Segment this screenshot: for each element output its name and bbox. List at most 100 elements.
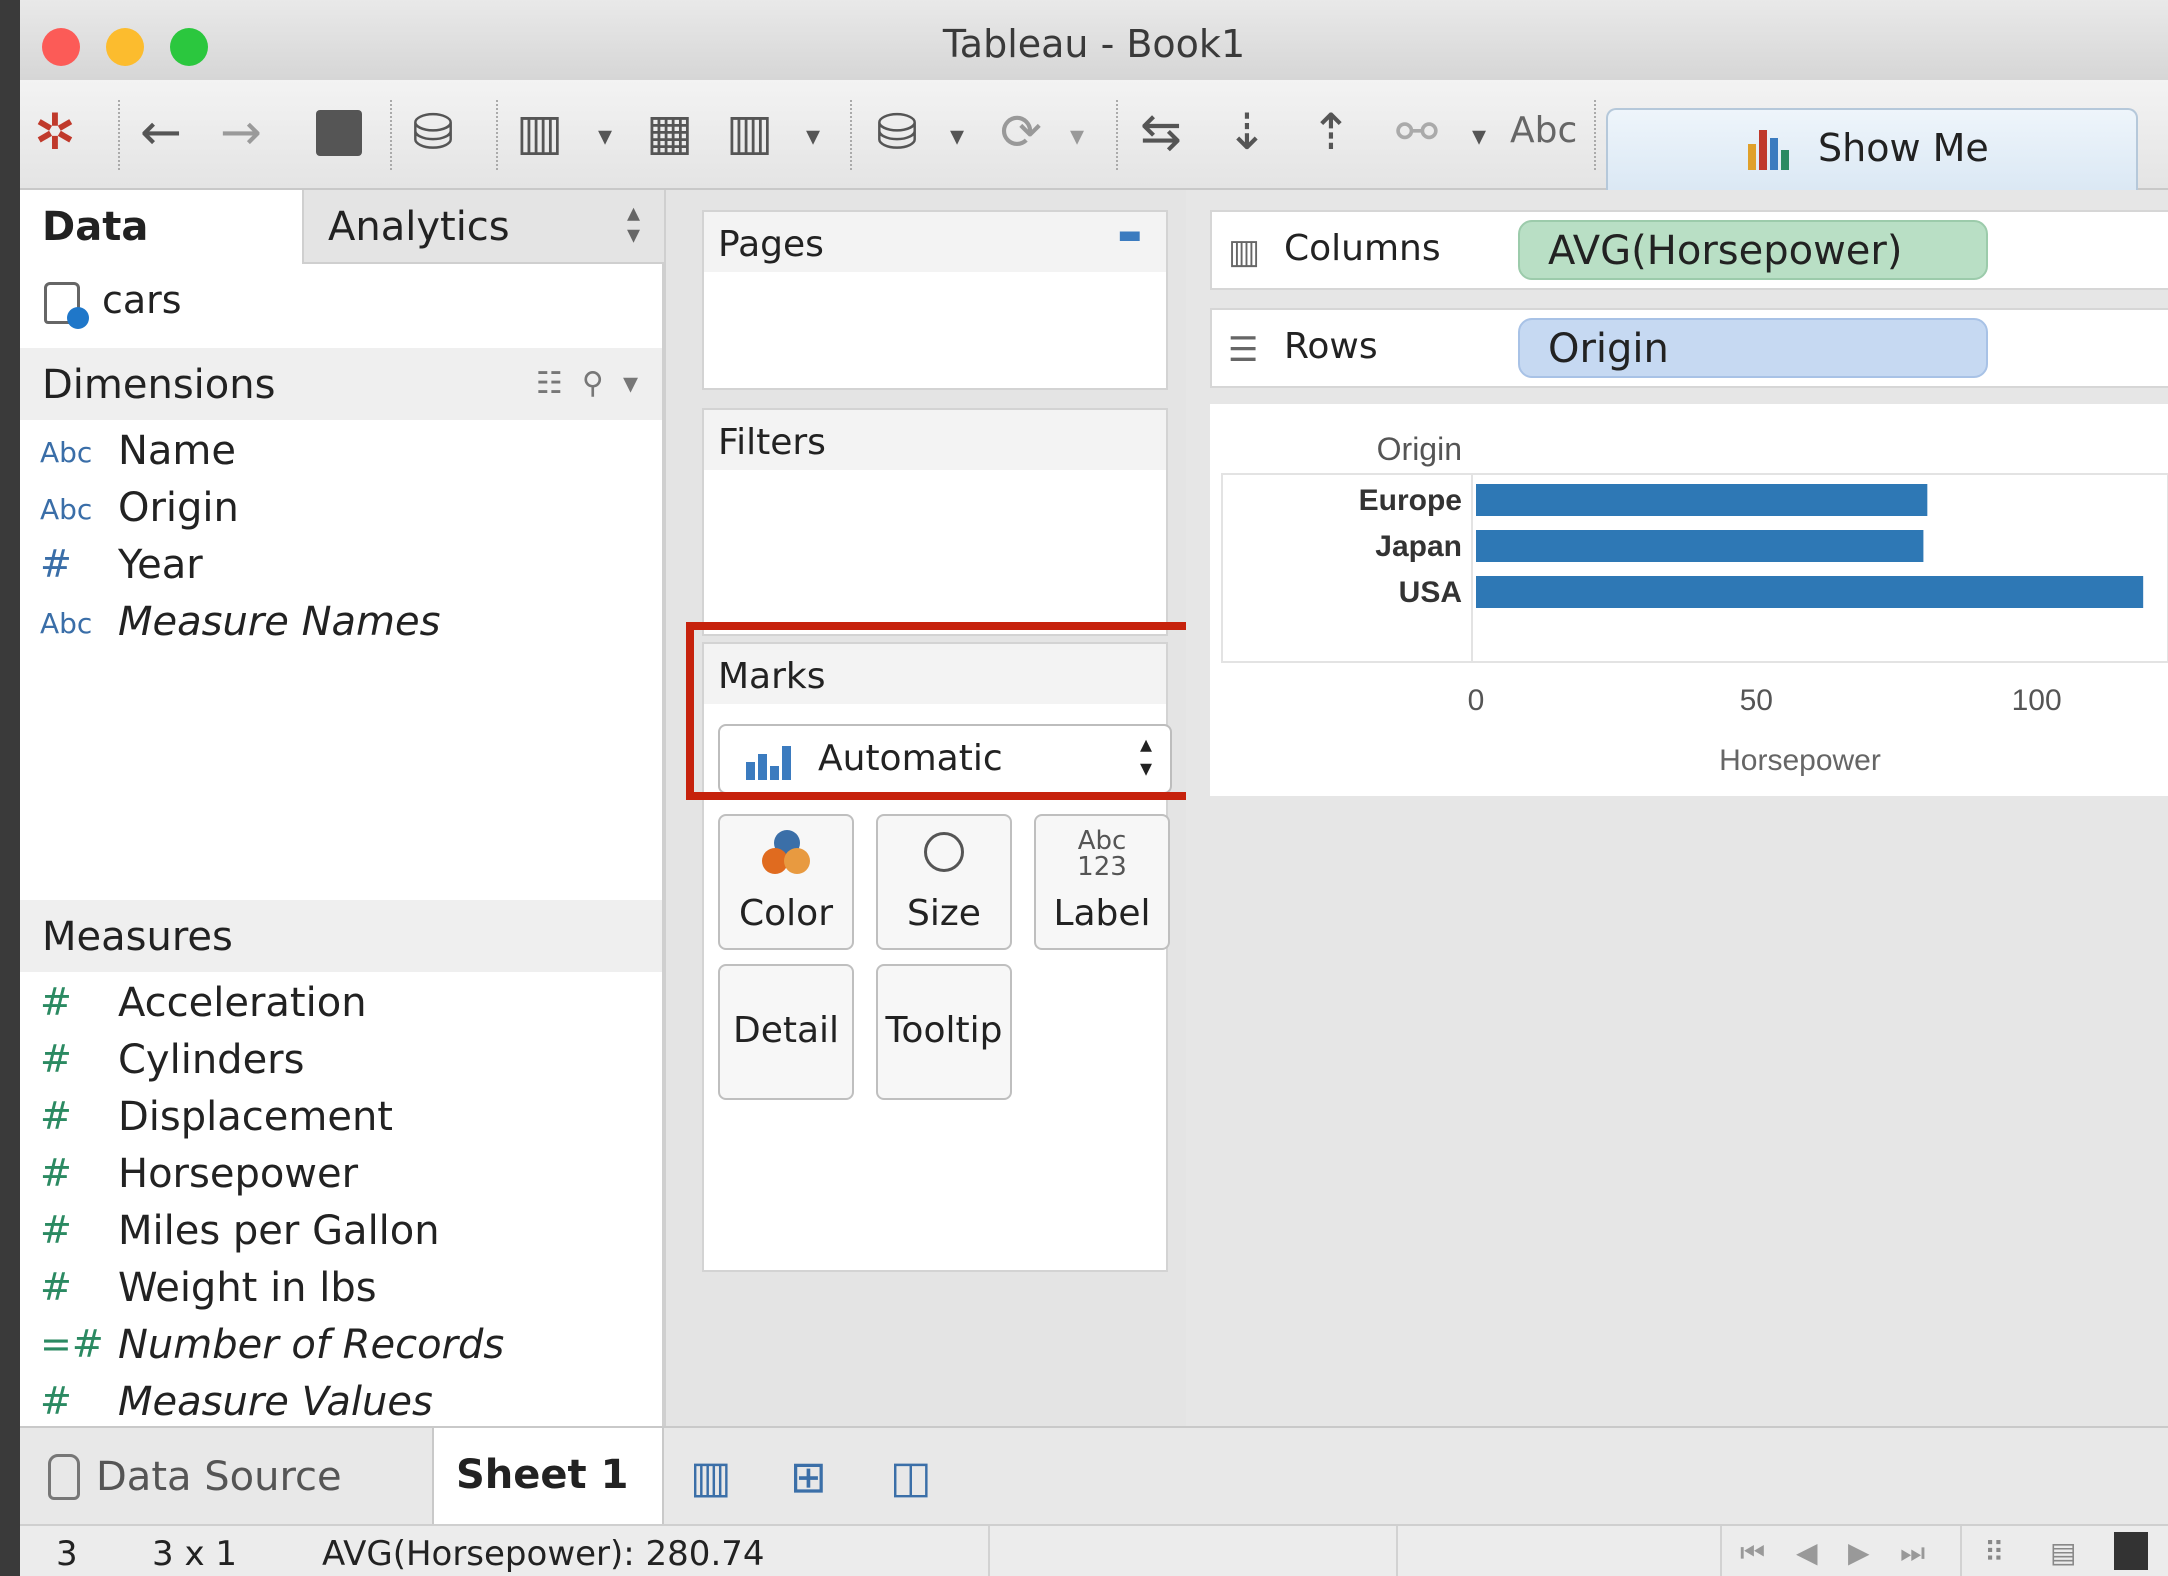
dimension-field-year[interactable]: # Year xyxy=(20,540,662,596)
group-members-icon[interactable]: ⚯ xyxy=(1396,102,1438,162)
database-icon xyxy=(44,282,89,329)
view-as-list-icon[interactable]: ☷ xyxy=(536,366,563,401)
sheet-1-tab[interactable]: Sheet 1 xyxy=(432,1428,664,1524)
sort-descending-icon[interactable]: ⇡ xyxy=(1310,102,1352,162)
label-label: Label xyxy=(1053,893,1151,934)
new-worksheet-icon[interactable]: ▥ xyxy=(516,102,563,162)
measure-field-weight-in-lbs[interactable]: # Weight in lbs xyxy=(20,1263,662,1319)
string-type-icon: Abc xyxy=(40,436,93,469)
measure-field-acceleration[interactable]: # Acceleration xyxy=(20,978,662,1034)
toolbar: ✲ ← → ⛁ ▥ ▾ ▦ ▥ ▾ ⛁ ▾ ⟳ ▾ ⇆ ⇣ ⇡ ⚯ ▾ Abc xyxy=(20,80,2168,190)
number-type-icon: # xyxy=(40,1151,72,1195)
filters-card[interactable]: Filters xyxy=(702,408,1168,636)
clear-sheet-icon[interactable]: ▥ xyxy=(726,102,773,162)
marks-highlight-box xyxy=(686,622,1206,800)
dimensions-header: Dimensions ☷ ⚲ ▾ xyxy=(20,348,662,420)
pane-menu-icon[interactable]: ▾ xyxy=(623,366,638,401)
cards-column: Pages ▬ Filters Marks Automatic ▴ ▾ Colo… xyxy=(666,190,1186,1426)
show-filmstrip-icon[interactable]: ▤ xyxy=(2050,1536,2076,1569)
rows-pill-origin[interactable]: Origin xyxy=(1518,318,1988,378)
status-dimensions: 3 x 1 xyxy=(152,1534,237,1574)
data-source-tab[interactable]: Data Source xyxy=(20,1428,430,1524)
x-tick-label-100: 100 xyxy=(2012,684,2062,717)
new-data-source-icon[interactable]: ⛁ xyxy=(412,102,454,162)
redo-icon[interactable]: → xyxy=(220,102,262,162)
show-tabs-icon[interactable] xyxy=(2114,1532,2148,1570)
dimension-field-origin[interactable]: Abc Origin xyxy=(20,483,662,539)
pause-updates-icon[interactable]: ⛁ xyxy=(876,102,918,162)
bar-japan[interactable] xyxy=(1476,530,1924,562)
rows-shelf-label: Rows xyxy=(1284,326,1378,367)
sort-ascending-icon[interactable]: ⇣ xyxy=(1226,102,1268,162)
clear-dropdown-icon[interactable]: ▾ xyxy=(806,106,820,166)
swap-rows-columns-icon[interactable]: ⇆ xyxy=(1140,102,1182,162)
field-label: Weight in lbs xyxy=(118,1265,377,1311)
view-area: ▥ Columns AVG(Horsepower) ☰ Rows Origin … xyxy=(1186,190,2168,1426)
field-label: Measure Values xyxy=(118,1379,433,1425)
measure-field-cylinders[interactable]: # Cylinders xyxy=(20,1035,662,1091)
color-icon xyxy=(762,830,812,880)
measure-field-number-of-records[interactable]: =# Number of Records xyxy=(20,1320,662,1376)
measure-field-horsepower[interactable]: # Horsepower xyxy=(20,1149,662,1205)
search-icon[interactable]: ⚲ xyxy=(582,366,604,401)
previous-sheet-icon[interactable]: ◀ xyxy=(1796,1536,1818,1569)
card-menu-icon[interactable]: ▬ xyxy=(1117,220,1142,250)
color-mark-button[interactable]: Color xyxy=(718,814,854,950)
size-mark-button[interactable]: Size xyxy=(876,814,1012,950)
number-type-icon: # xyxy=(40,542,72,586)
number-type-icon: # xyxy=(40,1094,72,1138)
group-dropdown-icon[interactable]: ▾ xyxy=(1472,106,1486,166)
last-sheet-icon[interactable]: ⏭ xyxy=(1900,1536,1925,1570)
window-title: Tableau - Book1 xyxy=(942,22,1246,66)
tab-data[interactable]: Data xyxy=(20,190,302,264)
show-me-button[interactable]: Show Me xyxy=(1606,108,2138,190)
number-type-icon: # xyxy=(40,1379,72,1423)
first-sheet-icon[interactable]: ⏮ xyxy=(1740,1536,1765,1570)
pages-card[interactable]: Pages ▬ xyxy=(702,210,1168,390)
new-worksheet-dropdown-icon[interactable]: ▾ xyxy=(598,106,612,166)
rows-shelf[interactable]: ☰ Rows Origin xyxy=(1210,308,2168,388)
status-summary: AVG(Horsepower): 280.74 xyxy=(322,1534,765,1574)
new-worksheet-tab-icon[interactable]: ▥ xyxy=(690,1452,732,1503)
field-label: Origin xyxy=(118,485,239,531)
number-type-icon: # xyxy=(40,980,72,1024)
tableau-logo-icon[interactable]: ✲ xyxy=(34,102,76,162)
columns-pill-label: AVG(Horsepower) xyxy=(1548,228,1903,274)
dimension-field-measure-names[interactable]: Abc Measure Names xyxy=(20,597,662,653)
dimension-field-name[interactable]: Abc Name xyxy=(20,426,662,482)
show-mark-labels-button[interactable]: Abc xyxy=(1510,110,1577,151)
tooltip-mark-button[interactable]: Tooltip xyxy=(876,964,1012,1100)
next-sheet-icon[interactable]: ▶ xyxy=(1848,1536,1870,1569)
measures-header: Measures xyxy=(20,900,662,972)
tab-analytics[interactable]: Analytics ▴ ▾ xyxy=(302,190,664,264)
data-source-tab-label: Data Source xyxy=(96,1454,342,1500)
rows-pill-label: Origin xyxy=(1548,326,1669,372)
measure-field-miles-per-gallon[interactable]: # Miles per Gallon xyxy=(20,1206,662,1262)
field-label: Acceleration xyxy=(118,980,367,1026)
duplicate-sheet-icon[interactable]: ▦ xyxy=(646,102,693,162)
pause-dropdown-icon[interactable]: ▾ xyxy=(950,106,964,166)
show-me-chart-icon xyxy=(1748,130,1798,170)
new-dashboard-tab-icon[interactable]: ⊞ xyxy=(790,1452,827,1503)
tab-scroll-arrows-icon[interactable]: ▴ ▾ xyxy=(627,200,640,248)
measure-field-measure-values[interactable]: # Measure Values xyxy=(20,1377,662,1433)
undo-icon[interactable]: ← xyxy=(140,102,182,162)
dimensions-title: Dimensions xyxy=(42,362,276,408)
refresh-icon[interactable]: ⟳ xyxy=(1000,102,1042,162)
bar-usa[interactable] xyxy=(1476,576,2144,608)
category-label-europe: Europe xyxy=(1359,484,1462,517)
label-mark-button[interactable]: Abc 123 Label xyxy=(1034,814,1170,950)
bar-europe[interactable] xyxy=(1476,484,1928,516)
measure-field-displacement[interactable]: # Displacement xyxy=(20,1092,662,1148)
detail-mark-button[interactable]: Detail xyxy=(718,964,854,1100)
field-label: Number of Records xyxy=(118,1322,505,1368)
columns-pill-avg-horsepower[interactable]: AVG(Horsepower) xyxy=(1518,220,1988,280)
size-label: Size xyxy=(907,893,981,934)
new-story-tab-icon[interactable]: ◫ xyxy=(890,1452,932,1503)
data-pane: Data Analytics ▴ ▾ cars Dimensions ☷ ⚲ ▾ … xyxy=(20,190,666,1426)
refresh-dropdown-icon[interactable]: ▾ xyxy=(1070,106,1084,166)
tab-data-label: Data xyxy=(42,204,149,250)
show-sheet-sorter-icon[interactable]: ⠿ xyxy=(1984,1536,2005,1569)
save-icon[interactable] xyxy=(316,110,362,156)
columns-shelf[interactable]: ▥ Columns AVG(Horsepower) xyxy=(1210,210,2168,290)
